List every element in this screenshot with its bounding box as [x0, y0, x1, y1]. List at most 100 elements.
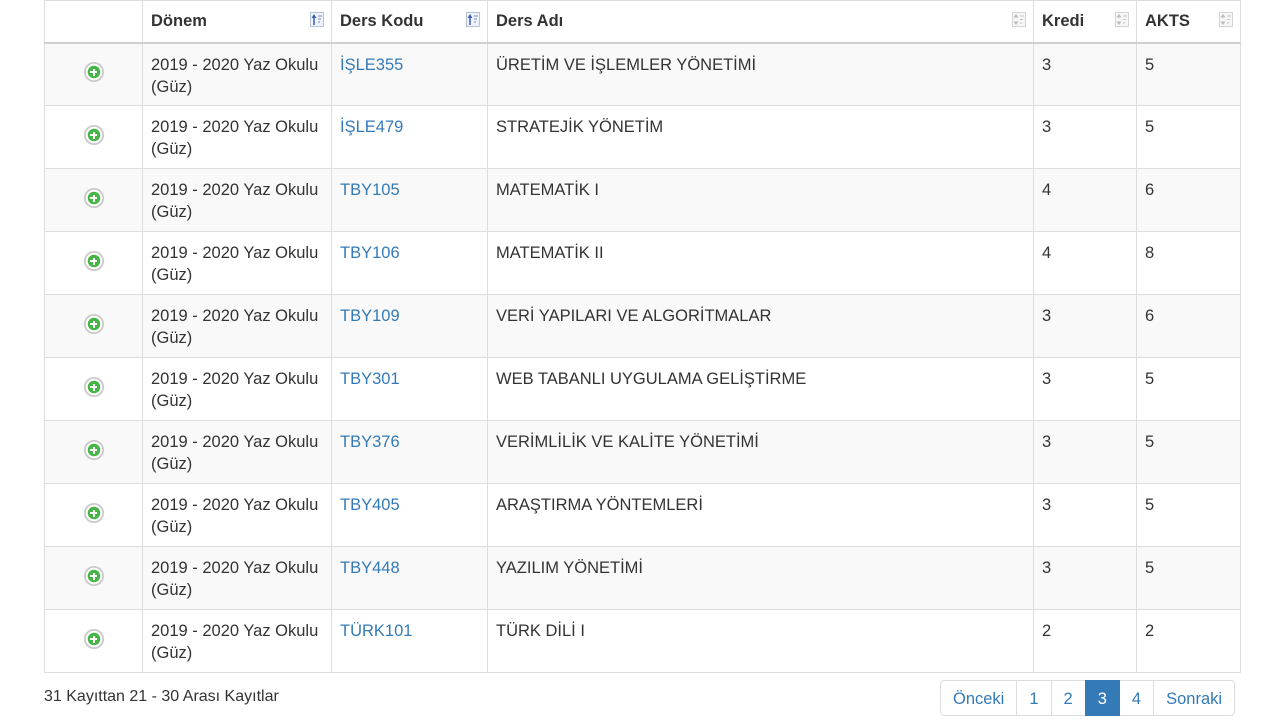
akts-cell: 5: [1136, 42, 1241, 106]
plus-circle-icon[interactable]: [83, 566, 104, 586]
kredi-cell: 3: [1033, 420, 1137, 484]
column-header-label: AKTS: [1145, 12, 1190, 30]
course-code-link[interactable]: İŞLE355: [340, 56, 403, 74]
sort-both-icon[interactable]: [1115, 12, 1129, 27]
ders-adi-cell: ARAŞTIRMA YÖNTEMLERİ: [487, 483, 1034, 547]
row-action-cell: [44, 420, 143, 484]
donem-season: (Güz): [151, 581, 193, 599]
pagination-prev-button[interactable]: Önceki: [940, 680, 1018, 716]
pagination-page-1[interactable]: 1: [1016, 680, 1052, 716]
akts-cell: 5: [1136, 357, 1241, 421]
ders-adi-cell: TÜRK DİLİ I: [487, 609, 1034, 673]
donem-text: 2019 - 2020 Yaz Okulu: [151, 181, 319, 199]
table-row: 2019 - 2020 Yaz Okulu (Güz) TBY109 VERİ Y…: [44, 294, 1241, 358]
kredi-cell: 3: [1033, 105, 1137, 169]
donem-season: (Güz): [151, 77, 193, 96]
donem-text: 2019 - 2020 Yaz Okulu: [151, 622, 319, 640]
table-row: 2019 - 2020 Yaz Okulu (Güz) TBY106 MATEMA…: [44, 231, 1241, 295]
course-code-link[interactable]: TBY376: [340, 433, 400, 451]
ders-kodu-cell: TBY405: [331, 483, 488, 547]
ders-kodu-cell: İŞLE355: [331, 42, 488, 106]
row-action-cell: [44, 42, 143, 106]
column-header-ders-adi[interactable]: Ders Adı: [487, 0, 1034, 44]
akts-cell: 5: [1136, 483, 1241, 547]
table-row: 2019 - 2020 Yaz Okulu (Güz) İŞLE479 STRAT…: [44, 105, 1241, 169]
ders-adi-cell: ÜRETİM VE İŞLEMLER YÖNETİMİ: [487, 42, 1034, 106]
table-row: 2019 - 2020 Yaz Okulu (Güz) TBY448 YAZILI…: [44, 546, 1241, 610]
donem-cell: 2019 - 2020 Yaz Okulu (Güz): [142, 546, 332, 610]
donem-cell: 2019 - 2020 Yaz Okulu (Güz): [142, 168, 332, 232]
ders-adi-cell: STRATEJİK YÖNETİM: [487, 105, 1034, 169]
akts-cell: 5: [1136, 105, 1241, 169]
sort-asc-icon[interactable]: [466, 12, 480, 27]
table-row: 2019 - 2020 Yaz Okulu (Güz) TBY105 MATEMA…: [44, 168, 1241, 232]
plus-circle-icon[interactable]: [83, 188, 104, 208]
plus-circle-icon[interactable]: [83, 629, 104, 649]
course-code-link[interactable]: İŞLE479: [340, 118, 403, 136]
column-header-label: Ders Adı: [496, 12, 564, 30]
column-header-ders-kodu[interactable]: Ders Kodu: [331, 0, 488, 44]
column-header-kredi[interactable]: Kredi: [1033, 0, 1137, 44]
sort-asc-icon[interactable]: [310, 12, 324, 27]
row-action-cell: [44, 357, 143, 421]
sort-both-icon[interactable]: [1219, 12, 1233, 27]
pagination-page-2[interactable]: 2: [1050, 680, 1086, 716]
course-code-link[interactable]: TÜRK101: [340, 622, 412, 640]
kredi-cell: 2: [1033, 609, 1137, 673]
akts-cell: 5: [1136, 546, 1241, 610]
kredi-cell: 4: [1033, 168, 1137, 232]
row-action-cell: [44, 546, 143, 610]
ders-adi-cell: VERİMLİLİK VE KALİTE YÖNETİMİ: [487, 420, 1034, 484]
kredi-cell: 4: [1033, 231, 1137, 295]
donem-season: (Güz): [151, 392, 193, 410]
pagination-page-3[interactable]: 3: [1084, 680, 1120, 716]
table-header-row: Dönem Ders Kodu Ders Adı Kredi AKTS: [44, 0, 1241, 44]
row-action-cell: [44, 105, 143, 169]
sort-both-icon[interactable]: [1012, 12, 1026, 27]
donem-text: 2019 - 2020 Yaz Okulu: [151, 118, 319, 136]
course-code-link[interactable]: TBY448: [340, 559, 400, 577]
ders-adi-cell: MATEMATİK I: [487, 168, 1034, 232]
table-row: 2019 - 2020 Yaz Okulu (Güz) TBY376 VERİML…: [44, 420, 1241, 484]
pagination-page-4[interactable]: 4: [1118, 680, 1155, 716]
pagination-next-button[interactable]: Sonraki: [1153, 680, 1236, 716]
ders-adi-cell: MATEMATİK II: [487, 231, 1034, 295]
donem-text: 2019 - 2020 Yaz Okulu: [151, 244, 319, 262]
donem-cell: 2019 - 2020 Yaz Okulu (Güz): [142, 105, 332, 169]
row-action-cell: [44, 168, 143, 232]
donem-text: 2019 - 2020 Yaz Okulu: [151, 370, 319, 388]
ders-kodu-cell: İŞLE479: [331, 105, 488, 169]
course-code-link[interactable]: TBY405: [340, 496, 400, 514]
plus-circle-icon[interactable]: [83, 314, 104, 334]
akts-cell: 8: [1136, 231, 1241, 295]
course-code-link[interactable]: TBY301: [340, 370, 400, 388]
ders-kodu-cell: TBY105: [331, 168, 488, 232]
table-row: 2019 - 2020 Yaz Okulu (Güz) TBY301 WEB TA…: [44, 357, 1241, 421]
donem-cell: 2019 - 2020 Yaz Okulu (Güz): [142, 357, 332, 421]
plus-circle-icon[interactable]: [83, 251, 104, 271]
pagination: Önceki 1 2 3 4 Sonraki: [940, 680, 1236, 716]
kredi-cell: 3: [1033, 294, 1137, 358]
kredi-cell: 3: [1033, 546, 1137, 610]
plus-circle-icon[interactable]: [83, 125, 104, 145]
ders-kodu-cell: TBY448: [331, 546, 488, 610]
plus-circle-icon[interactable]: [83, 62, 104, 83]
ders-adi-cell: VERİ YAPILARI VE ALGORİTMALAR: [487, 294, 1034, 358]
records-info: 31 Kayıttan 21 - 30 Arası Kayıtlar: [44, 688, 279, 705]
course-code-link[interactable]: TBY109: [340, 307, 400, 325]
table-row: 2019 - 2020 Yaz Okulu (Güz) TBY405 ARAŞTI…: [44, 483, 1241, 547]
row-action-cell: [44, 231, 143, 295]
column-header-label: Dönem: [151, 12, 207, 30]
column-header-donem[interactable]: Dönem: [142, 0, 332, 44]
plus-circle-icon[interactable]: [83, 503, 104, 523]
course-code-link[interactable]: TBY106: [340, 244, 400, 262]
column-header-akts[interactable]: AKTS: [1136, 0, 1241, 44]
akts-cell: 6: [1136, 168, 1241, 232]
ders-kodu-cell: TÜRK101: [331, 609, 488, 673]
ders-adi-cell: WEB TABANLI UYGULAMA GELİŞTİRME: [487, 357, 1034, 421]
plus-circle-icon[interactable]: [83, 440, 104, 460]
plus-circle-icon[interactable]: [83, 377, 104, 397]
donem-season: (Güz): [151, 140, 193, 158]
course-code-link[interactable]: TBY105: [340, 181, 400, 199]
action-column-header: [44, 0, 143, 44]
